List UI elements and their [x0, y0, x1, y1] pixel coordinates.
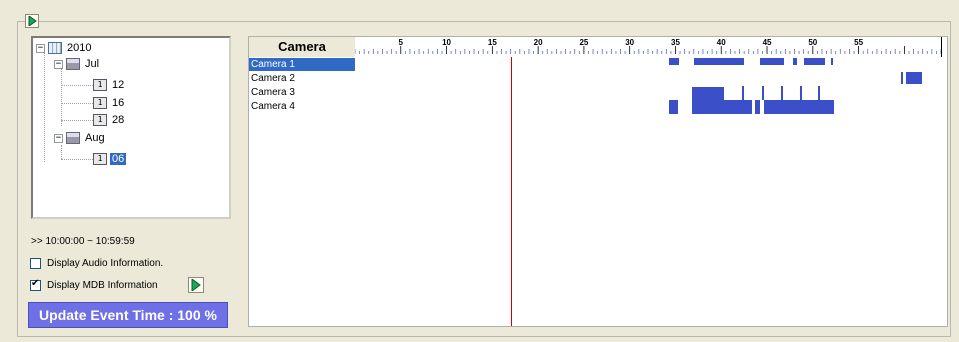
event-block[interactable]: [900, 72, 903, 84]
ruler-label: 15: [488, 38, 497, 47]
event-block[interactable]: [831, 58, 833, 65]
camera-column-header: Camera: [249, 37, 356, 57]
tree-node-day-selected[interactable]: 1 06: [93, 152, 127, 166]
playback-cursor-line[interactable]: [510, 57, 512, 326]
event-block[interactable]: [780, 86, 783, 100]
event-block[interactable]: [906, 72, 922, 84]
ruler-label: 50: [808, 38, 817, 47]
ruler-label: 40: [717, 38, 726, 47]
ruler-label: 20: [534, 38, 543, 47]
date-tree[interactable]: − 2010 − Jul 1 12 1 16 1 28 − Aug 1 06: [31, 36, 231, 219]
ruler-label: 55: [854, 38, 863, 47]
event-block[interactable]: [762, 86, 765, 100]
mdb-go-button[interactable]: [188, 277, 204, 293]
ruler-label: 25: [579, 38, 588, 47]
event-block[interactable]: [799, 86, 802, 100]
event-block[interactable]: [669, 100, 679, 114]
play-arrow-icon: [191, 279, 201, 291]
ruler-label: 10: [442, 38, 451, 47]
month-label: Aug: [85, 132, 105, 144]
ruler-label: 45: [763, 38, 772, 47]
tree-node-year[interactable]: − 2010: [36, 41, 93, 55]
day-icon: 1: [93, 153, 107, 165]
event-block[interactable]: [669, 58, 680, 65]
audio-checkbox[interactable]: [30, 258, 41, 269]
month-label: Jul: [85, 58, 100, 70]
play-arrow-icon: [28, 16, 37, 26]
camera-row[interactable]: Camera 2: [249, 72, 355, 85]
ruler-label: 35: [671, 38, 680, 47]
mdb-checkbox[interactable]: [30, 278, 41, 291]
collapse-icon[interactable]: −: [36, 43, 45, 53]
update-status-bar: Update Event Time : 100 %: [28, 302, 228, 328]
camera-row-selected[interactable]: Camera 1: [249, 58, 355, 71]
ruler-label: 30: [625, 38, 634, 47]
mdb-option[interactable]: Display MDB Information: [30, 278, 158, 291]
event-block[interactable]: [764, 100, 834, 114]
event-timeline[interactable]: Camera 5 10 15 20 25 30 35 40 45 50 55 Camera 1 Ca…: [248, 36, 948, 327]
event-block[interactable]: [693, 58, 745, 65]
camera-row[interactable]: Camera 3: [249, 86, 355, 99]
event-block[interactable]: [712, 87, 724, 101]
tree-node-month-jul[interactable]: − Jul: [54, 57, 101, 71]
event-block[interactable]: [755, 100, 760, 114]
collapse-icon[interactable]: −: [54, 133, 63, 143]
tree-node-month-aug[interactable]: − Aug: [54, 131, 107, 145]
tree-node-day[interactable]: 1 16: [93, 96, 126, 110]
mdb-label: Display MDB Information: [47, 280, 158, 291]
day-icon: 1: [93, 114, 107, 126]
ruler-end-marker: [941, 37, 942, 57]
time-ruler: 5 10 15 20 25 30 35 40 45 50 55: [355, 37, 941, 57]
day-icon: 1: [93, 79, 107, 91]
day-icon: 1: [93, 97, 107, 109]
event-block[interactable]: [691, 100, 753, 114]
camera-row[interactable]: Camera 4: [249, 100, 355, 113]
event-block[interactable]: [818, 86, 821, 100]
day-label: 12: [112, 79, 125, 91]
month-icon: [66, 132, 80, 144]
year-label: 2010: [67, 42, 92, 54]
event-block[interactable]: [792, 58, 798, 65]
day-label: 28: [112, 114, 125, 126]
calendar-icon: [48, 42, 62, 54]
event-block[interactable]: [803, 58, 825, 65]
collapse-icon[interactable]: −: [54, 59, 63, 69]
expand-panel-button[interactable]: [25, 14, 39, 28]
month-icon: [66, 58, 80, 70]
time-range-label: >> 10:00:00 ~ 10:59:59: [31, 236, 135, 247]
audio-option[interactable]: Display Audio Information.: [30, 258, 163, 269]
tree-node-day[interactable]: 1 28: [93, 113, 126, 127]
event-block[interactable]: [759, 58, 784, 65]
day-label: 16: [112, 97, 125, 109]
audio-label: Display Audio Information.: [47, 258, 164, 269]
ruler-label: 5: [399, 38, 404, 47]
tree-node-day[interactable]: 1 12: [93, 78, 126, 92]
event-block[interactable]: [742, 86, 745, 100]
event-block[interactable]: [691, 87, 713, 101]
day-label-selected: 06: [110, 153, 127, 165]
